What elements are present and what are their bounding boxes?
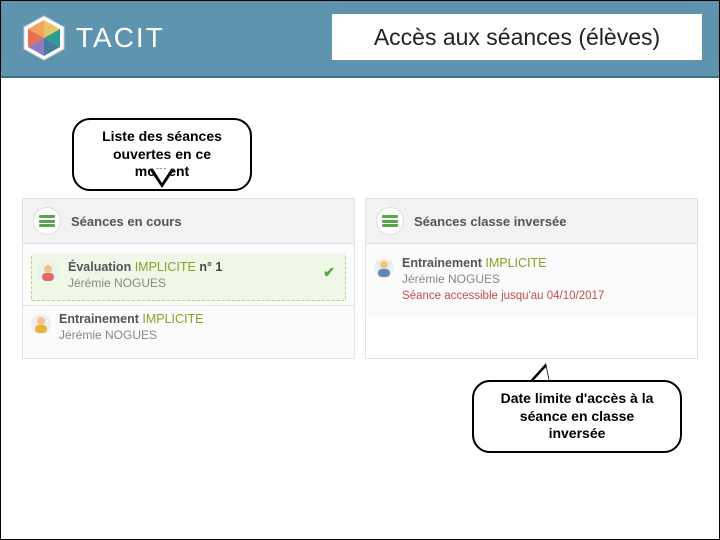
session-module: IMPLICITE bbox=[485, 256, 546, 270]
panel-body: Entrainement IMPLICITE Jérémie NOGUES Sé… bbox=[366, 244, 697, 318]
session-number: n° 1 bbox=[199, 260, 222, 274]
list-icon bbox=[33, 207, 61, 235]
panel-title: Séances en cours bbox=[71, 214, 182, 229]
session-teacher: Jérémie NOGUES bbox=[402, 272, 687, 286]
logo-icon bbox=[20, 14, 68, 62]
panel-header: Séances classe inversée bbox=[366, 199, 697, 244]
session-module: IMPLICITE bbox=[135, 260, 196, 274]
callout-date-limit: Date limite d'accès à la séance en class… bbox=[472, 380, 682, 453]
brand-block: TACIT bbox=[0, 14, 165, 62]
header-divider bbox=[0, 76, 720, 78]
session-item[interactable]: Entrainement IMPLICITE Jérémie NOGUES bbox=[23, 305, 354, 352]
callout-text: Date limite d'accès à la séance en class… bbox=[501, 390, 654, 441]
session-teacher: Jérémie NOGUES bbox=[59, 328, 344, 342]
session-item[interactable]: Entrainement IMPLICITE Jérémie NOGUES Sé… bbox=[366, 250, 697, 312]
avatar-icon bbox=[31, 314, 51, 334]
session-limit: Séance accessible jusqu'au 04/10/2017 bbox=[402, 290, 687, 302]
session-title: Évaluation IMPLICITE n° 1 bbox=[68, 260, 335, 274]
panels-row: Séances en cours Évaluation IMPLICITE n°… bbox=[22, 198, 698, 359]
check-icon: ✔ bbox=[323, 264, 335, 281]
session-title: Entrainement IMPLICITE bbox=[402, 256, 687, 270]
brand-text: TACIT bbox=[76, 22, 165, 54]
session-item[interactable]: Évaluation IMPLICITE n° 1 Jérémie NOGUES… bbox=[31, 254, 346, 301]
session-type: Entrainement bbox=[402, 256, 482, 270]
panel-sessions-current: Séances en cours Évaluation IMPLICITE n°… bbox=[22, 198, 355, 359]
session-module: IMPLICITE bbox=[142, 312, 203, 326]
callout-tail-icon bbox=[150, 170, 174, 188]
app-header: TACIT Accès aux séances (élèves) bbox=[0, 0, 720, 76]
session-type: Évaluation bbox=[68, 260, 131, 274]
page-title: Accès aux séances (élèves) bbox=[332, 14, 702, 60]
panel-title: Séances classe inversée bbox=[414, 214, 567, 229]
avatar-icon bbox=[38, 262, 58, 282]
session-type: Entrainement bbox=[59, 312, 139, 326]
panel-body: Évaluation IMPLICITE n° 1 Jérémie NOGUES… bbox=[23, 244, 354, 358]
session-title: Entrainement IMPLICITE bbox=[59, 312, 344, 326]
avatar-icon bbox=[374, 258, 394, 278]
panel-header: Séances en cours bbox=[23, 199, 354, 244]
panel-sessions-flipped: Séances classe inversée Entrainement IMP… bbox=[365, 198, 698, 359]
session-teacher: Jérémie NOGUES bbox=[68, 276, 335, 290]
list-icon bbox=[376, 207, 404, 235]
